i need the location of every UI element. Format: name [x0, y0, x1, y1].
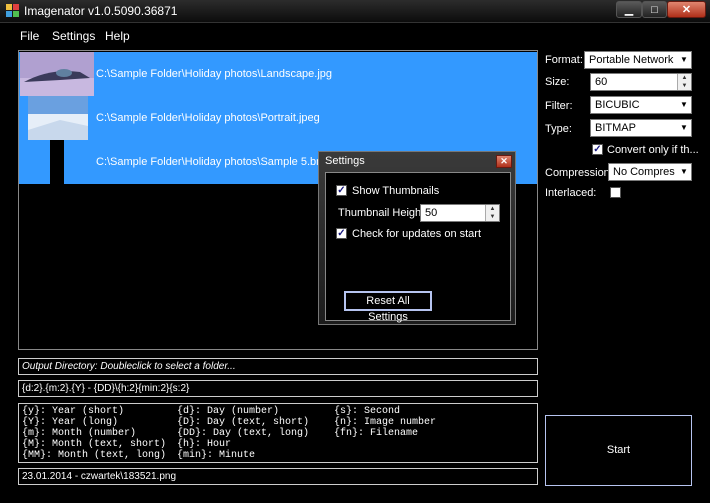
file-path: C:\Sample Folder\Holiday photos\Landscap…: [96, 68, 333, 80]
filter-select[interactable]: BICUBIC ▼: [590, 96, 692, 114]
legend-column-1: {y}: Year (short) {Y}: Year (long) {m}: …: [22, 406, 166, 461]
title-bar[interactable]: Imagenator v1.0.5090.36871 ▁ □ ✕: [0, 0, 710, 23]
legend-item: {y}: Year (short): [22, 406, 125, 417]
type-label: Type:: [545, 123, 572, 135]
arrow-down-icon[interactable]: ▼: [678, 82, 691, 90]
legend-item: {d}: Day (number): [177, 406, 280, 417]
legend-item: {DD}: Day (text, long): [177, 428, 310, 439]
file-row[interactable]: C:\Sample Folder\Holiday photos\Landscap…: [19, 52, 537, 96]
close-button[interactable]: ✕: [667, 1, 706, 18]
size-label: Size:: [545, 76, 570, 88]
pattern-input[interactable]: {d:2}.{m:2}.{Y} - {DD}\{h:2}{min:2}{s:2}: [18, 380, 538, 397]
filename-preview-box: 23.01.2014 - czwartek\183521.png: [18, 468, 538, 485]
convert-only-label: Convert only if th...: [607, 144, 699, 156]
arrow-up-icon[interactable]: ▲: [678, 74, 691, 82]
check-updates-checkbox[interactable]: ✓: [336, 228, 347, 239]
reset-settings-button[interactable]: Reset All Settings: [344, 291, 432, 323]
chevron-down-icon[interactable]: ▼: [677, 52, 691, 68]
maximize-button[interactable]: □: [642, 1, 667, 18]
output-directory-box[interactable]: Output Directory: Doubleclick to select …: [18, 358, 538, 375]
thumbnail-height-label: Thumbnail Height:: [338, 207, 428, 219]
dialog-body: ✓ Show Thumbnails Thumbnail Height: 50 ▲…: [325, 172, 511, 323]
legend-item: {n}: Image number: [334, 417, 437, 428]
legend-item: {D}: Day (text, short): [177, 417, 310, 428]
menu-file[interactable]: File: [20, 29, 39, 43]
thumbnail-image: [50, 140, 64, 184]
show-thumbnails-checkbox[interactable]: ✓: [336, 185, 347, 196]
menu-settings[interactable]: Settings: [52, 29, 95, 43]
pattern-legend: {y}: Year (short) {Y}: Year (long) {m}: …: [18, 403, 538, 463]
minimize-button[interactable]: ▁: [616, 1, 642, 18]
legend-item: {MM}: Month (text, long): [22, 450, 167, 461]
dialog-close-button[interactable]: ✕: [496, 155, 512, 168]
show-thumbnails-label: Show Thumbnails: [352, 185, 440, 197]
compression-select[interactable]: No Compression ▼: [608, 163, 692, 181]
dialog-title: Settings: [325, 155, 365, 167]
check-updates-label: Check for updates on start: [352, 228, 482, 240]
settings-dialog[interactable]: Settings ✕ ✓ Show Thumbnails Thumbnail H…: [318, 151, 516, 325]
file-path: C:\Sample Folder\Holiday photos\Sample 5…: [96, 156, 332, 168]
menu-help[interactable]: Help: [105, 29, 130, 43]
legend-item: {Y}: Year (long): [22, 417, 119, 428]
legend-item: {M}: Month (text, short): [22, 439, 167, 450]
stepper-buttons[interactable]: ▲ ▼: [485, 205, 499, 221]
legend-item: {h}: Hour: [177, 439, 232, 450]
format-select[interactable]: Portable Network Gra ▼: [584, 51, 692, 69]
thumbnail-image: [20, 52, 94, 96]
chevron-down-icon[interactable]: ▼: [677, 164, 691, 180]
arrow-down-icon[interactable]: ▼: [486, 213, 499, 221]
legend-item: {fn}: Filename: [334, 428, 419, 439]
filter-label: Filter:: [545, 100, 573, 112]
interlaced-label: Interlaced:: [545, 187, 597, 199]
file-path: C:\Sample Folder\Holiday photos\Portrait…: [96, 112, 320, 124]
file-row[interactable]: C:\Sample Folder\Holiday photos\Portrait…: [19, 96, 537, 140]
legend-item: {m}: Month (number): [22, 428, 137, 439]
legend-item: {s}: Second: [334, 406, 401, 417]
format-label: Format:: [545, 54, 583, 66]
legend-column-3: {s}: Second {n}: Image number {fn}: File…: [334, 406, 436, 439]
chevron-down-icon[interactable]: ▼: [677, 120, 691, 136]
start-button[interactable]: Start: [545, 415, 692, 486]
interlaced-checkbox[interactable]: [610, 187, 621, 198]
type-select[interactable]: BITMAP ▼: [590, 119, 692, 137]
stepper-buttons[interactable]: ▲ ▼: [677, 74, 691, 90]
convert-only-checkbox[interactable]: ✓: [592, 144, 603, 155]
thumbnail-image: [28, 96, 88, 140]
compression-label: Compression:: [545, 167, 613, 179]
window-title: Imagenator v1.0.5090.36871: [24, 4, 178, 18]
arrow-up-icon[interactable]: ▲: [486, 205, 499, 213]
size-stepper[interactable]: 60 ▲ ▼: [590, 73, 692, 91]
output-directory-text: Output Directory: Doubleclick to select …: [22, 361, 236, 372]
pattern-text: {d:2}.{m:2}.{Y} - {DD}\{h:2}{min:2}{s:2}: [22, 383, 190, 394]
thumbnail-height-stepper[interactable]: 50 ▲ ▼: [420, 204, 500, 222]
legend-column-2: {d}: Day (number) {D}: Day (text, short)…: [177, 406, 309, 461]
legend-item: {min}: Minute: [177, 450, 256, 461]
app-icon: [6, 4, 19, 17]
filename-preview-text: 23.01.2014 - czwartek\183521.png: [22, 471, 176, 482]
chevron-down-icon[interactable]: ▼: [677, 97, 691, 113]
